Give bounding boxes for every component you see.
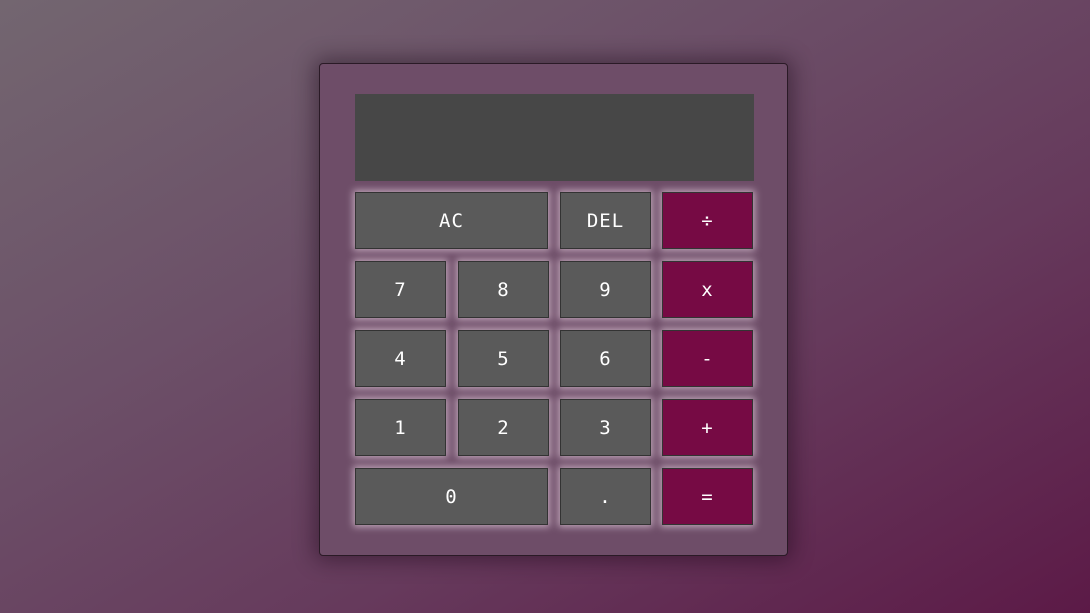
decimal-point-button[interactable]: . [560,468,651,525]
digit-3-button[interactable]: 3 [560,399,651,456]
digit-2-button[interactable]: 2 [458,399,549,456]
digit-7-button[interactable]: 7 [355,261,446,318]
digit-4-button[interactable]: 4 [355,330,446,387]
display-screen [355,94,754,181]
calculator: AC DEL ÷ 7 8 9 x 4 5 6 - 1 2 3 + 0 . = [319,63,788,556]
digit-6-button[interactable]: 6 [560,330,651,387]
digit-5-button[interactable]: 5 [458,330,549,387]
equals-button[interactable]: = [662,468,753,525]
divide-button[interactable]: ÷ [662,192,753,249]
digit-0-button[interactable]: 0 [355,468,548,525]
digit-8-button[interactable]: 8 [458,261,549,318]
digit-9-button[interactable]: 9 [560,261,651,318]
delete-button[interactable]: DEL [560,192,651,249]
all-clear-button[interactable]: AC [355,192,548,249]
multiply-button[interactable]: x [662,261,753,318]
previous-operand [369,104,740,124]
subtract-button[interactable]: - [662,330,753,387]
digit-1-button[interactable]: 1 [355,399,446,456]
add-button[interactable]: + [662,399,753,456]
